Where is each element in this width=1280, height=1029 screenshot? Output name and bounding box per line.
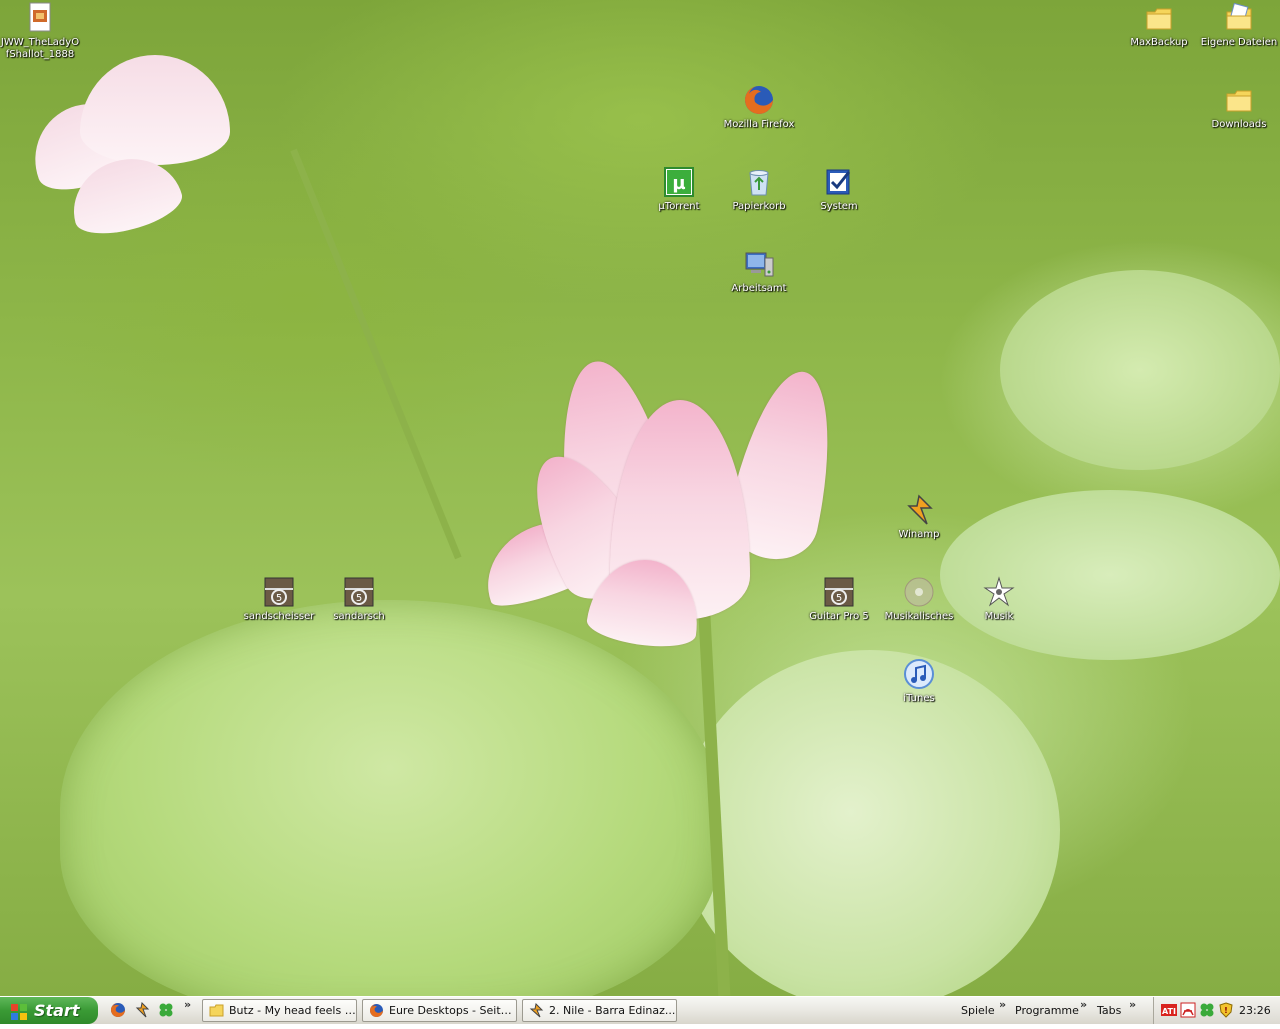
desktop-icon-label: µTorrent [658,201,700,212]
guitar-pro-file-icon: 5 [343,576,375,608]
guitar-pro-icon: 5 [823,576,855,608]
desktop-icon-system[interactable]: System [799,166,879,213]
wallpaper-stem [290,148,462,560]
desktop-icon-papierkorb[interactable]: Papierkorb [719,166,799,213]
clover-icon[interactable] [1199,1002,1215,1018]
desktop-icon-itunes[interactable]: iTunes [879,658,959,705]
desktop-icon-label: JWW_TheLadyOfShallot_1888 [0,37,80,60]
task-label: Butz - My head feels l... [229,1004,357,1017]
desktop-icon-eigene-dateien[interactable]: Eigene Dateien [1199,2,1279,49]
winamp-icon[interactable] [134,1001,150,1018]
desktop-icon-label: Mozilla Firefox [723,119,795,130]
toolbar-tabs[interactable]: Tabs [1097,1004,1121,1017]
ati-icon[interactable]: ATI [1161,1002,1177,1018]
clover-icon[interactable] [158,1002,174,1018]
windows-logo-icon [10,1002,28,1020]
firefox-icon [743,84,775,116]
clock[interactable]: 23:26 [1239,1004,1271,1017]
desktop-icon-label: Papierkorb [732,201,786,212]
desktop-icon-label: Downloads [1211,119,1267,130]
taskbar: Start » Butz - My head feels l... Eure D… [0,996,1280,1024]
image-file-icon [24,2,56,34]
desktop-icon-sandarsch[interactable]: 5 sandarsch [319,576,399,623]
desktop-icon-maxbackup[interactable]: MaxBackup [1119,2,1199,49]
wallpaper-leaf [60,600,720,996]
svg-text:5: 5 [356,593,362,604]
folder-icon [1223,84,1255,116]
desktop-icon-label: Musik [984,611,1014,622]
desktop-icon-label: sandarsch [333,611,385,622]
desktop-icon-firefox[interactable]: Mozilla Firefox [719,84,799,131]
desktop-icon-label: iTunes [903,693,935,704]
desktop-icon-label: sandscheisser [243,611,315,622]
winamp-icon [529,1002,544,1018]
toolbar-programme[interactable]: Programme [1015,1004,1079,1017]
desktop-icon-musik[interactable]: Musik [959,576,1039,623]
task-label: Eure Desktops - Seite... [389,1004,517,1017]
svg-text:ATI: ATI [1162,1007,1176,1016]
winamp-icon [903,494,935,526]
toolbar-spiele[interactable]: Spiele [961,1004,995,1017]
desktop-icon-arbeitsamt[interactable]: Arbeitsamt [719,248,799,295]
folder-icon [1143,2,1175,34]
itunes-icon [903,658,935,690]
recycle-bin-icon [743,166,775,198]
folder-icon [209,1003,224,1018]
guitar-pro-file-icon: 5 [263,576,295,608]
music-folder-icon [903,576,935,608]
svg-text:!: ! [1224,1006,1228,1015]
svg-text:5: 5 [836,593,842,604]
task-label: 2. Nile - Barra Edinaz... [549,1004,676,1017]
my-documents-icon [1223,2,1255,34]
acrobat-icon[interactable] [1180,1002,1196,1018]
desktop-icon-utorrent[interactable]: µ µTorrent [639,166,719,213]
toolbar-chevron[interactable]: » [999,998,1006,1011]
desktop-icon-jww[interactable]: JWW_TheLadyOfShallot_1888 [0,2,80,61]
task-button-firefox[interactable]: Eure Desktops - Seite... [362,999,517,1022]
music-star-icon [983,576,1015,608]
desktop-icon-label: Winamp [898,529,940,540]
wallpaper-leaf [940,490,1280,660]
task-button-winamp[interactable]: 2. Nile - Barra Edinaz... [522,999,677,1022]
start-label: Start [34,1001,80,1020]
toolbar-chevron[interactable]: » [1129,998,1136,1011]
network-computer-icon [743,248,775,280]
toolbar-chevron[interactable]: » [1080,998,1087,1011]
desktop[interactable]: JWW_TheLadyOfShallot_1888 MaxBackup Eige… [0,0,1280,996]
svg-text:µ: µ [672,173,685,194]
desktop-icon-downloads[interactable]: Downloads [1199,84,1279,131]
svg-text:5: 5 [276,593,282,604]
desktop-icon-label: Guitar Pro 5 [809,611,869,622]
firefox-icon[interactable] [110,1002,126,1018]
desktop-icon-label: Musikalisches [884,611,954,622]
wallpaper-leaf [680,650,1060,996]
firefox-icon [369,1003,384,1018]
task-button-explorer[interactable]: Butz - My head feels l... [202,999,357,1022]
desktop-icon-guitar-pro[interactable]: 5 Guitar Pro 5 [799,576,879,623]
quick-launch-chevron[interactable]: » [184,998,191,1011]
desktop-icon-winamp[interactable]: Winamp [879,494,959,541]
utorrent-icon: µ [663,166,695,198]
desktop-icon-label: System [820,201,858,212]
desktop-icon-label: Eigene Dateien [1200,37,1278,48]
system-tray: ATI ! 23:26 [1153,997,1280,1024]
system-icon [823,166,855,198]
desktop-icon-musikalisches[interactable]: Musikalisches [879,576,959,623]
desktop-icon-label: Arbeitsamt [731,283,787,294]
shield-icon[interactable]: ! [1218,1002,1234,1018]
desktop-icon-label: MaxBackup [1130,37,1188,48]
desktop-icon-sandscheisser[interactable]: 5 sandscheisser [239,576,319,623]
wallpaper-leaf [1000,270,1280,470]
start-button[interactable]: Start [0,997,98,1024]
